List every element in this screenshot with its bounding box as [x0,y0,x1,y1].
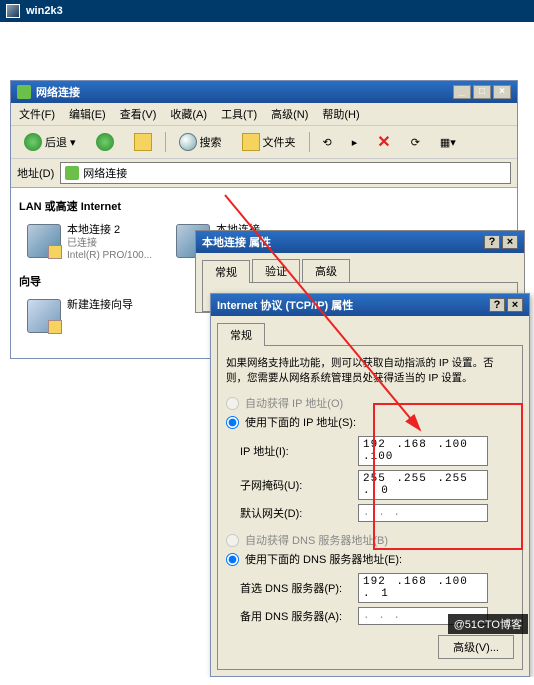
ip-address-label: IP 地址(I): [240,443,350,459]
auto-ip-radio[interactable] [226,397,239,410]
dlg1-help-button[interactable]: ? [484,235,500,249]
auto-dns-row: 自动获得 DNS 服务器地址(B) [226,532,514,548]
back-button[interactable]: 后退 ▾ [17,130,83,154]
use-dns-label: 使用下面的 DNS 服务器地址(E): [245,551,402,567]
tool-button-1[interactable]: ⟲ [316,133,339,152]
dlg2-close-button[interactable]: × [507,298,523,312]
menu-bar: 文件(F) 编辑(E) 查看(V) 收藏(A) 工具(T) 高级(N) 帮助(H… [11,103,517,126]
auto-ip-row[interactable]: 自动获得 IP 地址(O) [226,395,514,411]
dlg1-title: 本地连接 属性 [202,234,271,250]
address-label: 地址(D) [17,165,54,181]
forward-button[interactable] [89,130,121,154]
folders-label: 文件夹 [263,134,296,150]
address-network-icon [65,166,79,180]
menu-help[interactable]: 帮助(H) [322,106,359,122]
use-ip-label: 使用下面的 IP 地址(S): [245,414,356,430]
up-folder-icon [134,133,152,151]
new-connection-wizard[interactable]: 新建连接向导 [27,299,133,333]
use-ip-row[interactable]: 使用下面的 IP 地址(S): [226,414,514,430]
dlg1-close-button[interactable]: × [502,235,518,249]
maximize-button[interactable]: □ [473,85,491,99]
delete-x-icon: ✕ [377,132,390,152]
search-label: 搜索 [200,134,222,150]
back-arrow-icon [24,133,42,151]
tool-button-2[interactable]: ▸ [345,133,365,152]
dlg2-help-button[interactable]: ? [489,298,505,312]
conn2-status: 已连接 [67,238,152,251]
folders-button[interactable]: 文件夹 [235,130,303,154]
gateway-label: 默认网关(D): [240,505,350,521]
menu-tools[interactable]: 工具(T) [221,106,257,122]
minimize-button[interactable]: _ [453,85,471,99]
dlg2-title-bar[interactable]: Internet 协议 (TCP/IP) 属性 ?× [211,294,529,316]
vm-title-text: win2k3 [26,5,63,17]
advanced-button[interactable]: 高级(V)... [438,635,514,659]
explorer-title-bar[interactable]: 网络连接 _ □ × [11,81,517,103]
explorer-title-text: 网络连接 [36,84,80,100]
tool-button-3[interactable]: ⟳ [404,133,427,152]
vm-monitor-icon [6,4,20,18]
tool-button-delete[interactable]: ✕ [370,129,397,155]
close-button[interactable]: × [493,85,511,99]
subnet-mask-input[interactable]: 255 .255 .255 . 0 [358,470,488,500]
wizard-label: 新建连接向导 [67,299,133,313]
primary-dns-label: 首选 DNS 服务器(P): [240,580,350,596]
use-ip-radio[interactable] [226,416,239,429]
tool-button-view[interactable]: ▦▾ [433,133,463,152]
section-lan: LAN 或高速 Internet [17,194,511,218]
up-button[interactable] [127,130,159,154]
ip-address-input[interactable]: 192 .168 .100 .100 [358,436,488,466]
menu-view[interactable]: 查看(V) [120,106,157,122]
tab-auth[interactable]: 验证 [252,259,300,282]
tab-general[interactable]: 常规 [202,260,250,283]
watermark: @51CTO博客 [448,614,528,634]
menu-favorites[interactable]: 收藏(A) [170,106,207,122]
menu-edit[interactable]: 编辑(E) [69,106,106,122]
dlg2-tab-general[interactable]: 常规 [217,323,265,346]
search-button[interactable]: 搜索 [172,130,229,154]
forward-arrow-icon [96,133,114,151]
auto-ip-label: 自动获得 IP 地址(O) [245,395,343,411]
use-dns-radio[interactable] [226,553,239,566]
folder-icon [242,133,260,151]
connection-icon [27,224,61,258]
auto-dns-label: 自动获得 DNS 服务器地址(B) [245,532,388,548]
address-field[interactable]: 网络连接 [60,162,511,184]
alt-dns-label: 备用 DNS 服务器(A): [240,608,350,624]
conn2-device: Intel(R) PRO/100... [67,250,152,263]
dlg1-tabs: 常规 验证 高级 [196,253,524,282]
local-connection-2[interactable]: 本地连接 2 已连接 Intel(R) PRO/100... [27,224,152,263]
dlg1-title-bar[interactable]: 本地连接 属性 ?× [196,231,524,253]
gateway-input[interactable]: . . . [358,504,488,522]
menu-advanced[interactable]: 高级(N) [271,106,308,122]
vm-title-bar: win2k3 [0,0,534,22]
menu-file[interactable]: 文件(F) [19,106,55,122]
back-label: 后退 [45,134,67,150]
conn2-name: 本地连接 2 [67,224,152,238]
wizard-icon [27,299,61,333]
toolbar: 后退 ▾ 搜索 文件夹 ⟲ ▸ ✕ ⟳ ▦▾ [11,126,517,159]
search-icon [179,133,197,151]
dlg2-help-text: 如果网络支持此功能，则可以获取自动指派的 IP 设置。否则，您需要从网络系统管理… [226,356,514,385]
primary-dns-input[interactable]: 192 .168 .100 . 1 [358,573,488,603]
window-controls: _ □ × [453,85,511,99]
network-icon [17,85,31,99]
use-dns-row[interactable]: 使用下面的 DNS 服务器地址(E): [226,551,514,567]
dlg2-title: Internet 协议 (TCP/IP) 属性 [217,297,353,313]
tab-advanced[interactable]: 高级 [302,259,350,282]
address-bar: 地址(D) 网络连接 [11,159,517,188]
auto-dns-radio [226,534,239,547]
address-value: 网络连接 [83,165,127,181]
subnet-mask-label: 子网掩码(U): [240,477,350,493]
